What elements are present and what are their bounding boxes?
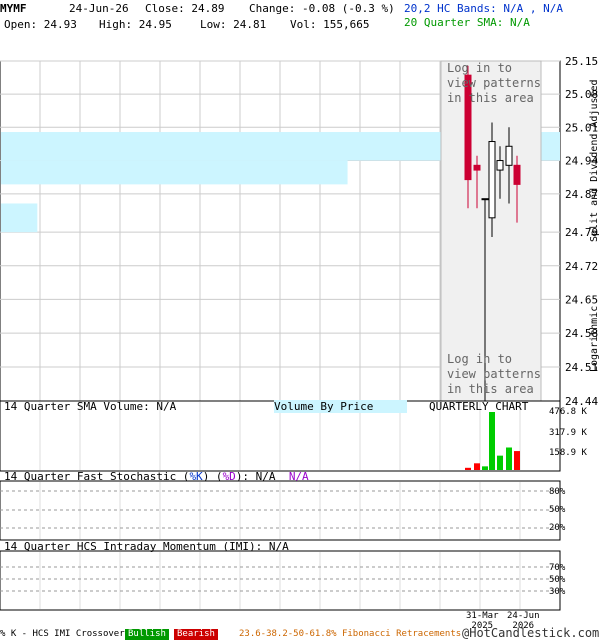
close-label: Close: 24.89: [145, 2, 225, 15]
crossover-legend: % K - HCS IMI Crossover,: [0, 629, 131, 639]
volume-tick-label: 476.8 K: [549, 407, 587, 417]
volume-bar: [514, 451, 520, 470]
price-tick-label: 24.72: [565, 260, 598, 273]
price-tick-label: 24.65: [565, 293, 598, 306]
stoch-d-label: %D: [222, 470, 236, 483]
login-line: view patterns: [447, 76, 541, 90]
volume-bar: [489, 412, 495, 470]
candle-body: [473, 164, 481, 171]
volume-bar: [465, 467, 471, 470]
login-overlay-top[interactable]: Log in to view patterns in this area: [447, 61, 541, 106]
login-line: in this area: [447, 91, 534, 105]
logarithmic-label: Logarithmic: [589, 305, 600, 372]
login-overlay-bottom[interactable]: Log in to view patterns in this area: [447, 352, 541, 397]
imi-title: 14 Quarter HCS Intraday Momentum (IMI): …: [4, 540, 289, 553]
stoch-tick-label: 20%: [549, 523, 566, 533]
stoch-title-sep: ) (: [202, 470, 223, 483]
vbp-label: Volume By Price: [274, 400, 408, 413]
quarterly-chart-label: QUARTERLY CHART: [429, 400, 529, 413]
stoch-tick-label: 50%: [549, 505, 566, 515]
login-line: Log in to: [447, 61, 513, 75]
volume-tick-label: 317.9 K: [549, 428, 587, 438]
volume-bar: [482, 466, 488, 470]
low-label: Low: 24.81: [200, 18, 267, 31]
bearish-badge: Bearish: [174, 629, 218, 640]
volume-bar: [506, 447, 512, 470]
date-line: 31-Mar: [466, 611, 499, 621]
imi-tick-label: 30%: [549, 587, 566, 597]
vbp-bar: [1, 160, 348, 185]
login-line: Log in to: [447, 352, 513, 366]
symbol-label: MYMF: [0, 2, 27, 15]
fibonacci-legend: 23.6-38.2-50-61.8% Fibonacci Retracement…: [239, 629, 462, 639]
bullish-badge: Bullish: [125, 629, 169, 640]
candle-body: [488, 141, 496, 219]
date-label: 24-Jun-26: [69, 2, 129, 15]
login-line: view patterns: [447, 367, 541, 381]
volume-bar: [474, 463, 480, 470]
login-line: in this area: [447, 382, 534, 396]
stoch-tick-label: 80%: [549, 487, 566, 497]
login-shade: [440, 60, 542, 402]
volume-tick-label: 158.9 K: [549, 448, 587, 458]
stoch-title-suffix: ): N/A: [235, 470, 276, 483]
high-label: High: 24.95: [99, 18, 172, 31]
volume-bar: [497, 455, 503, 470]
split-dividend-label: Split and Dividend Adjusted: [589, 79, 600, 242]
copyright-label[interactable]: @HotCandlestick.com: [462, 627, 599, 640]
sma-label: 20 Quarter SMA: N/A: [404, 16, 530, 29]
stoch-k-label: %K: [189, 470, 203, 483]
stochastic-title: 14 Quarter Fast Stochastic (%K) (%D): N/…: [4, 470, 309, 483]
vbp-bar: [1, 203, 38, 233]
stoch-title-prefix: 14 Quarter Fast Stochastic (: [4, 470, 190, 483]
change-label: Change: -0.08 (-0.3 %): [249, 2, 395, 15]
hc-bands-label: 20,2 HC Bands: N/A , N/A: [404, 2, 563, 15]
volume-label: Vol: 155,665: [290, 18, 370, 31]
candle-body: [481, 198, 489, 201]
open-label: Open: 24.93: [4, 18, 77, 31]
candle-body: [513, 164, 521, 185]
volume-sma-title: 14 Quarter SMA Volume: N/A: [4, 400, 177, 413]
stoch-na-label: N/A: [288, 470, 309, 483]
candle-body: [496, 160, 504, 171]
price-tick-label: 25.15: [565, 55, 598, 68]
date-line: 24-Jun: [507, 611, 540, 621]
candle-body: [505, 145, 513, 166]
